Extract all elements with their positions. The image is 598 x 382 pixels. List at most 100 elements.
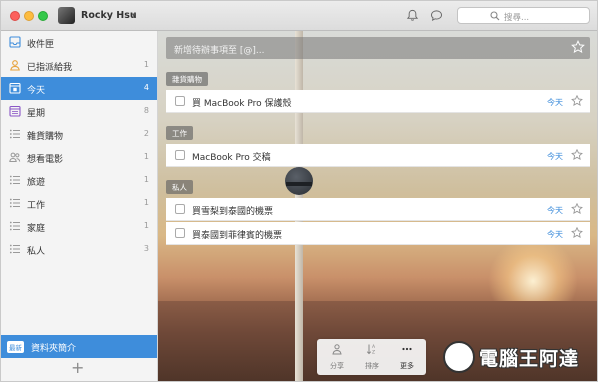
add-list-button[interactable]: +: [71, 360, 84, 376]
add-todo-input[interactable]: 新增待辦事項至 [@]...: [166, 37, 590, 59]
task-title: 買 MacBook Pro 保護殼: [192, 99, 292, 109]
sort-label: 排序: [365, 362, 379, 370]
sidebar-item-label: 星期: [27, 109, 46, 119]
sidebar-item-label: 工作: [27, 201, 46, 211]
task-title: 買泰國到菲律賓的機票: [192, 231, 283, 241]
new-badge: 最新: [7, 341, 24, 353]
more-label: 更多: [400, 362, 414, 370]
background-tower-sphere: [285, 167, 313, 195]
calendar-week-icon: [9, 105, 21, 117]
sort-button[interactable]: A Z 排序: [354, 342, 390, 372]
minimize-window-button[interactable]: [24, 11, 34, 21]
task-due-date: 今天: [547, 206, 563, 215]
comment-icon[interactable]: [430, 9, 443, 22]
task-due-date: 今天: [547, 98, 563, 107]
share-people-icon: [332, 344, 342, 355]
task-checkbox[interactable]: [175, 96, 185, 106]
search-icon: [490, 11, 500, 21]
more-button[interactable]: 更多: [389, 342, 425, 372]
sidebar-item-travel[interactable]: 旅遊 1: [1, 169, 157, 192]
avatar[interactable]: [58, 7, 75, 24]
svg-text:Z: Z: [372, 350, 375, 356]
sidebar-item-label: 私人: [27, 247, 46, 257]
list-icon: [9, 244, 20, 254]
bell-icon[interactable]: [406, 9, 419, 22]
sidebar-item-personal[interactable]: 私人 3: [1, 238, 157, 261]
task-title: 買雪梨到泰國的機票: [192, 207, 274, 217]
sidebar-item-week[interactable]: 星期 8: [1, 100, 157, 123]
folder-intro-label: 資料夾簡介: [31, 344, 77, 354]
sidebar-item-today[interactable]: 今天 4: [1, 77, 157, 100]
list-icon: [9, 129, 20, 139]
share-label: 分享: [330, 362, 344, 370]
sidebar-item-movies[interactable]: 想看電影 1: [1, 146, 157, 169]
task-checkbox[interactable]: [175, 150, 185, 160]
section-tag: 雜貨購物: [166, 72, 208, 86]
task-row[interactable]: 買雪梨到泰國的機票 今天: [166, 198, 590, 221]
title-bar: Rocky Hsu ▾ 搜尋...: [1, 1, 597, 31]
section-tag: 私人: [166, 180, 193, 194]
task-row[interactable]: 買泰國到菲律賓的機票 今天: [166, 222, 590, 245]
watermark-logo: 電腦王阿達: [443, 337, 595, 379]
sidebar-item-count: 1: [143, 152, 149, 161]
task-due-date: 今天: [547, 152, 563, 161]
task-list-area: 新增待辦事項至 [@]... 雜貨購物 買 MacBook Pro 保護殼 今天…: [158, 31, 597, 381]
sidebar-item-groceries[interactable]: 雜貨購物 2: [1, 123, 157, 146]
watermark-face-icon: [443, 341, 475, 373]
sidebar-item-label: 今天: [27, 86, 46, 96]
chevron-down-icon[interactable]: ▾: [132, 11, 136, 19]
sidebar-item-label: 已指派給我: [27, 63, 73, 73]
folder-intro-banner[interactable]: 最新 資料夾簡介: [1, 335, 157, 358]
sidebar-item-count: 8: [143, 106, 149, 115]
add-todo-placeholder: 新增待辦事項至 [@]...: [174, 46, 265, 56]
user-name[interactable]: Rocky Hsu: [81, 10, 137, 21]
sidebar-item-label: 雜貨購物: [27, 132, 64, 142]
star-icon[interactable]: [571, 203, 583, 215]
star-icon[interactable]: [571, 40, 585, 54]
inbox-icon: [9, 36, 21, 48]
star-icon[interactable]: [571, 227, 583, 239]
people-icon: [9, 152, 21, 162]
search-field[interactable]: 搜尋...: [457, 7, 590, 24]
sidebar-item-label: 家庭: [27, 224, 46, 234]
sidebar-item-assigned-to-me[interactable]: 已指派給我 1: [1, 54, 157, 77]
list-icon: [9, 221, 20, 231]
task-row[interactable]: 買 MacBook Pro 保護殼 今天: [166, 90, 590, 113]
sidebar-item-family[interactable]: 家庭 1: [1, 215, 157, 238]
task-checkbox[interactable]: [175, 228, 185, 238]
list-icon: [9, 198, 20, 208]
list-icon: [9, 175, 20, 185]
sidebar-item-label: 收件匣: [27, 40, 55, 50]
sort-icon: A Z: [366, 344, 376, 356]
task-title: MacBook Pro 交稿: [192, 153, 271, 163]
sidebar-item-work[interactable]: 工作 1: [1, 192, 157, 215]
close-window-button[interactable]: [10, 11, 20, 21]
task-due-date: 今天: [547, 230, 563, 239]
share-button[interactable]: 分享: [319, 342, 355, 372]
sidebar-item-count: 1: [143, 175, 149, 184]
sidebar-item-count: 3: [143, 244, 149, 253]
search-placeholder: 搜尋...: [504, 13, 530, 23]
more-dots-icon: [402, 347, 412, 351]
sidebar-item-label: 想看電影: [27, 155, 64, 165]
app-window: Rocky Hsu ▾ 搜尋... 收件匣 已指派給我 1 今天 4 星期 8 …: [0, 0, 598, 382]
sidebar-item-count: 4: [143, 83, 149, 92]
svg-text:A: A: [372, 344, 376, 350]
list-toolbar: 分享 A Z 排序 更多: [317, 339, 426, 375]
sidebar-item-count: 1: [143, 221, 149, 230]
task-checkbox[interactable]: [175, 204, 185, 214]
today-icon: [9, 82, 21, 94]
sidebar: 收件匣 已指派給我 1 今天 4 星期 8 雜貨購物 2 想看電影 1 旅遊 1…: [1, 31, 158, 381]
sidebar-item-inbox[interactable]: 收件匣: [1, 31, 157, 54]
section-tag: 工作: [166, 126, 193, 140]
background-tower-ring: [286, 182, 312, 186]
sidebar-item-count: 1: [143, 60, 149, 69]
star-icon[interactable]: [571, 95, 583, 107]
sidebar-item-count: 2: [143, 129, 149, 138]
sidebar-item-label: 旅遊: [27, 178, 46, 188]
task-row[interactable]: MacBook Pro 交稿 今天: [166, 144, 590, 167]
star-icon[interactable]: [571, 149, 583, 161]
sidebar-item-count: 1: [143, 198, 149, 207]
person-icon: [10, 60, 20, 71]
maximize-window-button[interactable]: [38, 11, 48, 21]
